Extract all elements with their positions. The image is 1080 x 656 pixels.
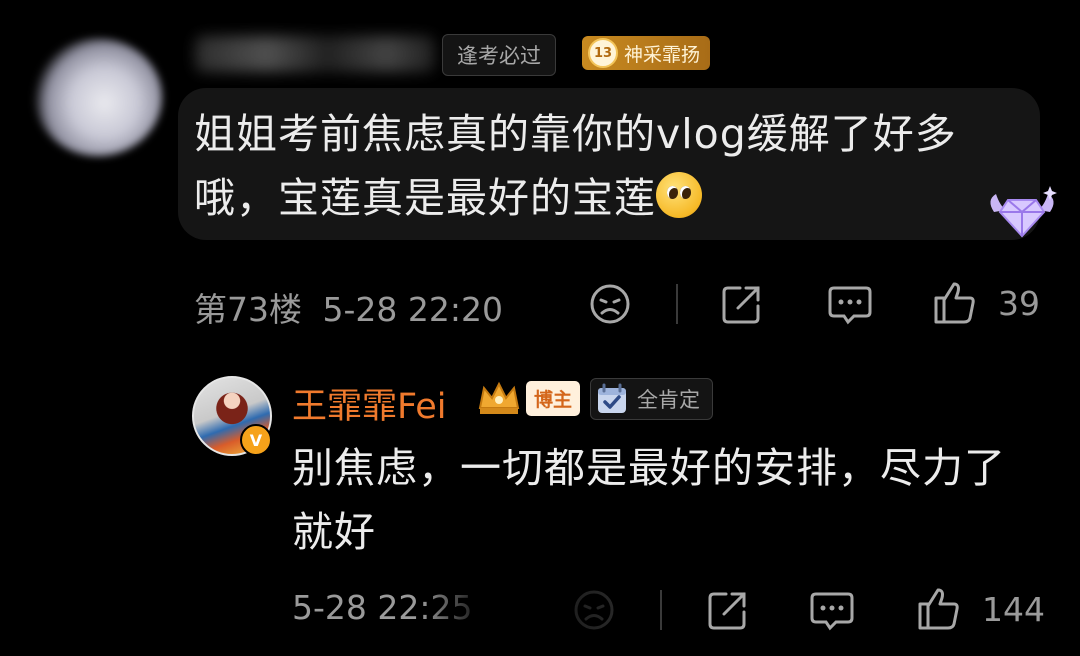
dislike-face-icon[interactable] (586, 280, 634, 328)
commenter-name-blurred[interactable] (195, 36, 435, 72)
fan-tag-reply: 全肯定 (590, 378, 713, 420)
fan-tag-label: 逢考必过 (457, 44, 541, 68)
comment-icon[interactable] (826, 280, 874, 328)
pleading-face-emoji-icon (656, 172, 702, 218)
scroll-fade-overlay (420, 578, 630, 638)
reply-text: 别焦虑，一切都是最好的安排，尽力了就好 (292, 444, 1006, 556)
honor-level: 13 (588, 38, 618, 68)
comment-text: 姐姐考前焦虑真的靠你的vlog缓解了好多哦，宝莲真是最好的宝莲 (194, 102, 1014, 230)
like-icon[interactable] (914, 584, 962, 632)
crown-icon (478, 381, 520, 414)
commenter-avatar[interactable] (34, 38, 162, 156)
comment-body: 姐姐考前焦虑真的靠你的vlog缓解了好多哦，宝莲真是最好的宝莲 (194, 110, 957, 222)
floor-number: 第73楼 (194, 290, 302, 329)
reply-author-name[interactable]: 王霏霏Fei (292, 378, 446, 429)
share-icon[interactable] (704, 586, 752, 634)
fan-tag-reply-label: 全肯定 (637, 388, 700, 412)
like-count: 144 (982, 590, 1045, 629)
honor-label: 神采霏扬 (624, 43, 701, 66)
share-icon[interactable] (718, 280, 766, 328)
calendar-check-icon (598, 383, 626, 413)
host-label: 博主 (526, 380, 581, 416)
divider (660, 590, 662, 630)
like-icon[interactable] (930, 278, 978, 326)
gem-badge-icon (990, 186, 1057, 238)
comment-time: 5-28 22:20 (322, 290, 504, 329)
comment-meta: 第73楼 5-28 22:20 (194, 283, 503, 331)
honor-badge[interactable]: 13 神采霏扬 (582, 36, 711, 70)
host-tag: 博主 (476, 378, 581, 418)
comment-icon[interactable] (808, 586, 856, 634)
divider (676, 284, 678, 324)
fan-tag: 逢考必过 (442, 34, 556, 76)
verified-badge: V (240, 424, 272, 456)
like-count: 39 (998, 284, 1040, 323)
